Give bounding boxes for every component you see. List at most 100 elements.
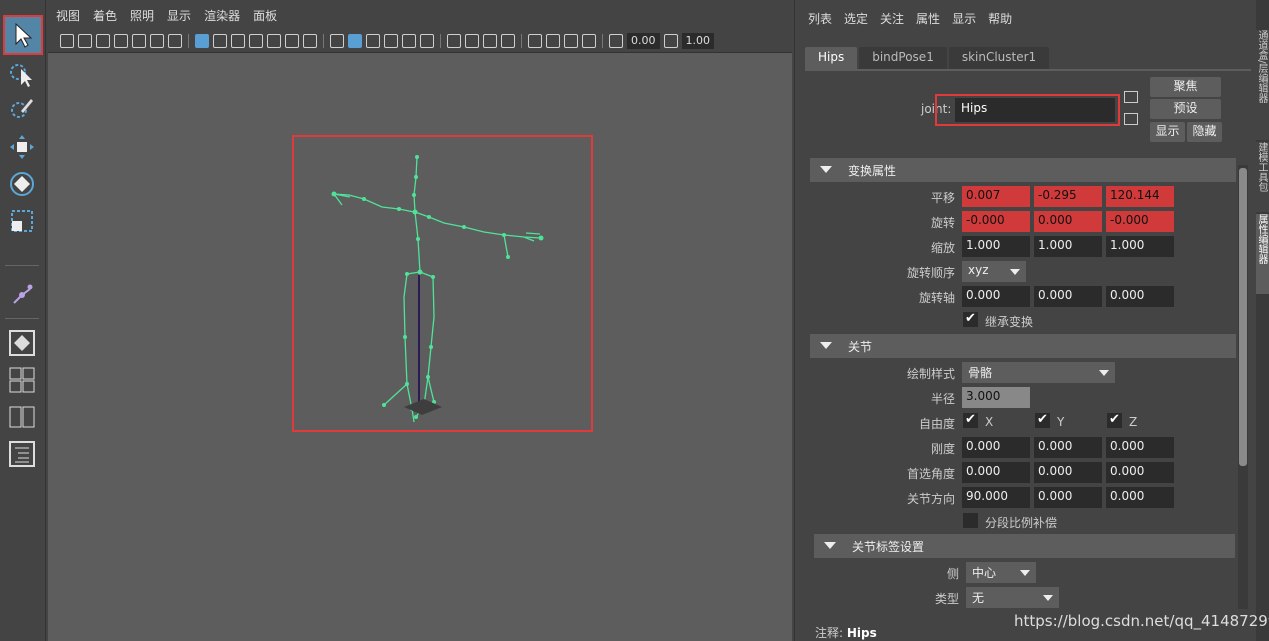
scale-z-field[interactable]: 1.000 [1106,236,1174,257]
exposure-icon[interactable] [609,34,623,48]
input-connection-icon[interactable] [1124,91,1138,103]
menu-shading[interactable]: 着色 [93,7,117,24]
ae-scrollbar-thumb[interactable] [1239,168,1247,466]
safe-action-icon[interactable] [285,34,299,48]
grid-icon[interactable] [195,34,209,48]
camera-icon[interactable] [60,34,74,48]
preferred-angle-z-field[interactable]: 0.000 [1106,462,1174,483]
outliner-layout-button[interactable] [5,437,39,471]
scale-tool-button[interactable] [5,204,39,238]
wireframe-icon[interactable] [330,34,344,48]
isolate-select-icon[interactable] [528,34,542,48]
dof-x-checkbox[interactable]: ✔ [963,413,978,428]
menu-lighting[interactable]: 照明 [130,7,154,24]
transform-attributes-header[interactable]: 变换属性 [810,158,1236,182]
safe-title-icon[interactable] [303,34,317,48]
dof-z-checkbox[interactable]: ✔ [1107,413,1122,428]
menu-show[interactable]: 显示 [167,7,191,24]
resolution-gate-icon[interactable] [231,34,245,48]
tab-modeling-toolkit[interactable]: 建模工具包 [1256,142,1269,212]
tab-bindpose1[interactable]: bindPose1 [859,47,947,69]
side-dropdown[interactable]: 中心 [966,562,1036,583]
gamma-field[interactable]: 1.00 [681,33,714,49]
show-button[interactable]: 显示 [1150,122,1185,142]
scale-y-field[interactable]: 1.000 [1034,236,1102,257]
xray-active-icon[interactable] [564,34,578,48]
output-connection-icon[interactable] [1124,113,1138,125]
ambient-occlusion-icon[interactable] [465,34,479,48]
presets-button[interactable]: 预设 [1150,99,1221,119]
grease-pencil-icon[interactable] [168,34,182,48]
field-chart-icon[interactable] [267,34,281,48]
menu-view[interactable]: 视图 [56,7,80,24]
2d-pan-icon[interactable] [150,34,164,48]
rotate-y-field[interactable]: 0.000 [1034,211,1102,232]
3d-viewport-canvas[interactable] [48,52,792,641]
two-view-layout-button[interactable] [5,400,39,434]
four-view-layout-button[interactable] [5,363,39,397]
preferred-angle-x-field[interactable]: 0.000 [962,462,1030,483]
select-tool-button[interactable] [3,15,43,55]
joint-orient-x-field[interactable]: 90.000 [962,487,1030,508]
radius-field[interactable]: 3.000 [962,387,1030,408]
translate-y-field[interactable]: -0.295 [1034,186,1102,207]
lights-icon[interactable] [420,34,434,48]
menu-show[interactable]: 显示 [952,10,976,27]
type-dropdown[interactable]: 无 [966,587,1059,608]
menu-help[interactable]: 帮助 [988,10,1012,27]
camera-lock-icon[interactable] [78,34,92,48]
translate-z-field[interactable]: 120.144 [1106,186,1174,207]
bookmark-icon[interactable] [114,34,128,48]
preferred-angle-y-field[interactable]: 0.000 [1034,462,1102,483]
shadows-icon[interactable] [447,34,461,48]
focus-button[interactable]: 聚焦 [1150,77,1221,97]
lasso-tool-button[interactable] [5,58,39,92]
image-plane-icon[interactable] [132,34,146,48]
translate-x-field[interactable]: 0.007 [962,186,1030,207]
wireframe-on-shaded-icon[interactable] [384,34,398,48]
rotate-axis-x-field[interactable]: 0.000 [962,286,1030,307]
draw-style-dropdown[interactable]: 骨骼 [962,362,1115,383]
textured-icon[interactable] [402,34,416,48]
joint-labelling-header[interactable]: 关节标签设置 [814,534,1235,558]
scale-x-field[interactable]: 1.000 [962,236,1030,257]
inherits-transform-checkbox[interactable]: ✔ [963,312,978,327]
rotate-x-field[interactable]: -0.000 [962,211,1030,232]
default-material-icon[interactable] [366,34,380,48]
rotate-tool-button[interactable] [5,167,39,201]
node-name-field[interactable]: Hips [955,98,1115,122]
menu-list[interactable]: 列表 [808,10,832,27]
camera-attr-icon[interactable] [96,34,110,48]
joint-section-header[interactable]: 关节 [810,334,1236,358]
rotate-z-field[interactable]: -0.000 [1106,211,1174,232]
menu-panels[interactable]: 面板 [253,7,277,24]
stiffness-x-field[interactable]: 0.000 [962,437,1030,458]
xray-icon[interactable] [546,34,560,48]
move-tool-button[interactable] [5,130,39,164]
joint-orient-z-field[interactable]: 0.000 [1106,487,1174,508]
dof-y-checkbox[interactable]: ✔ [1035,413,1050,428]
stiffness-y-field[interactable]: 0.000 [1034,437,1102,458]
segment-scale-compensate-checkbox[interactable] [963,513,978,528]
gate-mask-icon[interactable] [249,34,263,48]
tab-attribute-editor[interactable]: 属性编辑器 [1256,214,1269,294]
rotate-axis-y-field[interactable]: 0.000 [1034,286,1102,307]
tab-skincluster1[interactable]: skinCluster1 [948,47,1050,69]
exposure-field[interactable]: 0.00 [627,33,660,49]
stiffness-z-field[interactable]: 0.000 [1106,437,1174,458]
gamma-icon[interactable] [663,34,678,48]
menu-focus[interactable]: 关注 [880,10,904,27]
hide-button[interactable]: 隐藏 [1187,122,1222,142]
film-gate-icon[interactable] [213,34,227,48]
smooth-shade-icon[interactable] [348,34,362,48]
rotate-order-dropdown[interactable]: xyz [962,261,1026,282]
joint-orient-y-field[interactable]: 0.000 [1034,487,1102,508]
tab-hips[interactable]: Hips [805,47,858,69]
motion-blur-icon[interactable] [483,34,497,48]
paint-select-tool-button[interactable] [5,92,39,126]
menu-selected[interactable]: 选定 [844,10,868,27]
xray-joints-icon[interactable] [582,34,596,48]
single-view-layout-button[interactable] [5,326,39,360]
anti-alias-icon[interactable] [501,34,515,48]
rotate-axis-z-field[interactable]: 0.000 [1106,286,1174,307]
